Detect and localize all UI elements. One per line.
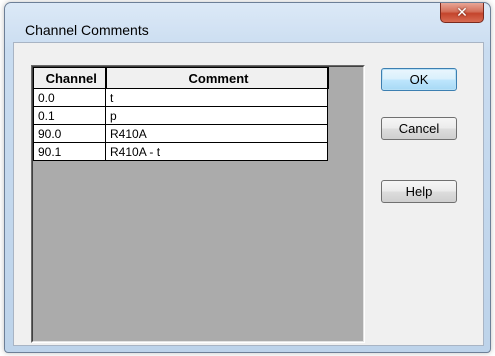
channel-cell[interactable]: 0.0: [33, 88, 106, 107]
ok-button[interactable]: OK: [381, 68, 457, 91]
channel-cell[interactable]: 0.1: [33, 106, 106, 125]
dialog-title: Channel Comments: [25, 22, 149, 38]
comment-cell[interactable]: t: [105, 88, 328, 107]
channel-comments-dialog: Channel Comments ✕ Channel Comment 0.0 t…: [4, 2, 491, 353]
comment-cell[interactable]: p: [105, 106, 328, 125]
title-bar[interactable]: Channel Comments ✕: [5, 3, 490, 38]
table-header-row: Channel Comment: [33, 67, 329, 89]
comments-grid[interactable]: Channel Comment 0.0 t 0.1 p 90.0 R410A 9…: [31, 65, 365, 343]
dialog-client-area: Channel Comment 0.0 t 0.1 p 90.0 R410A 9…: [13, 42, 484, 346]
comment-cell[interactable]: R410A: [105, 124, 328, 143]
column-header-comment[interactable]: Comment: [105, 67, 329, 89]
comments-table: Channel Comment 0.0 t 0.1 p 90.0 R410A 9…: [33, 67, 329, 161]
grid-background: Channel Comment 0.0 t 0.1 p 90.0 R410A 9…: [32, 66, 364, 342]
table-row[interactable]: 90.1 R410A - t: [33, 142, 328, 161]
channel-cell[interactable]: 90.0: [33, 124, 106, 143]
table-row[interactable]: 0.1 p: [33, 106, 328, 125]
column-header-channel[interactable]: Channel: [33, 67, 107, 89]
close-button[interactable]: ✕: [440, 3, 484, 23]
channel-cell[interactable]: 90.1: [33, 142, 106, 161]
cancel-button[interactable]: Cancel: [381, 117, 457, 140]
table-row[interactable]: 90.0 R410A: [33, 124, 328, 143]
table-row[interactable]: 0.0 t: [33, 88, 328, 107]
close-icon: ✕: [456, 4, 468, 21]
comment-cell[interactable]: R410A - t: [105, 142, 328, 161]
help-button[interactable]: Help: [381, 180, 457, 203]
